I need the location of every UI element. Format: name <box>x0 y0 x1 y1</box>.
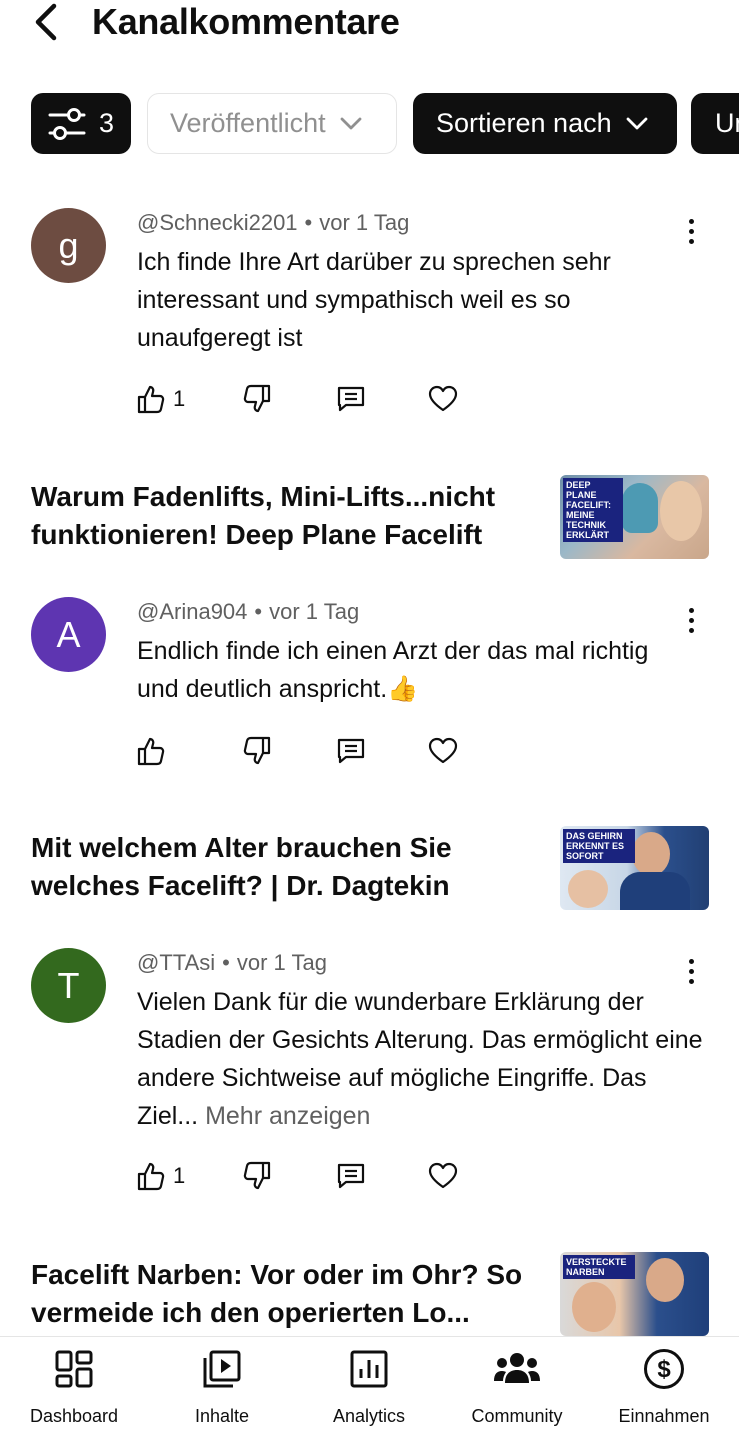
thumbnail-face <box>646 1258 684 1302</box>
like-button[interactable] <box>137 731 173 771</box>
comment-text: Vielen Dank für die wunderbare Erklärung… <box>137 983 707 1135</box>
nav-earnings-label: Einnahmen <box>618 1406 710 1426</box>
thumbnail-ear <box>572 1282 616 1332</box>
thumbnail-face <box>660 481 702 541</box>
nav-dashboard-label: Dashboard <box>29 1406 119 1426</box>
bottom-nav: Dashboard Inhalte Analytics Community $ … <box>0 1336 739 1440</box>
like-count: 1 <box>173 1163 186 1188</box>
sort-chip-label: Sortieren nach <box>436 108 612 138</box>
thumbs-down-icon <box>243 736 271 765</box>
heart-icon <box>428 385 458 412</box>
thumbnail-label: VERSTECKTE NARBEN <box>563 1255 635 1279</box>
thumbs-down-icon <box>243 384 271 413</box>
thumbs-down-icon <box>243 1161 271 1190</box>
page-title: Kanalkommentare <box>92 1 400 42</box>
chevron-down-icon <box>340 117 362 131</box>
heart-icon <box>428 1162 458 1189</box>
comment-icon <box>337 386 365 412</box>
comment-author[interactable]: @TTAsi <box>137 950 215 975</box>
comment-icon <box>337 1163 365 1189</box>
back-button[interactable] <box>28 2 64 42</box>
published-chip[interactable]: Veröffentlicht <box>147 93 397 154</box>
comment-meta: @Arina904 • vor 1 Tag <box>137 599 360 624</box>
video-title[interactable]: Mit welchem Alter brauchen Sie welches F… <box>31 829 551 905</box>
header: Kanalkommentare <box>0 0 739 60</box>
avatar[interactable]: A <box>31 597 106 672</box>
dislike-button[interactable] <box>243 1156 271 1196</box>
thumbnail-face <box>632 832 670 876</box>
thumbnail-figure <box>620 872 690 910</box>
avatar[interactable]: T <box>31 948 106 1023</box>
comment-time: vor 1 Tag <box>269 599 360 624</box>
thumbs-up-icon <box>137 385 165 414</box>
like-count: 1 <box>173 386 186 411</box>
dollar-circle-icon: $ <box>643 1348 685 1390</box>
comment-meta: @Schnecki2201 • vor 1 Tag <box>137 210 410 235</box>
comment-icon <box>337 738 365 764</box>
nav-community[interactable]: Community <box>443 1337 591 1440</box>
video-title[interactable]: Warum Fadenlifts, Mini-Lifts...nicht fun… <box>31 478 551 554</box>
video-library-icon <box>202 1348 242 1390</box>
video-thumbnail[interactable]: VERSTECKTE NARBEN <box>560 1252 709 1336</box>
comment-time: vor 1 Tag <box>236 950 327 975</box>
nav-earnings[interactable]: $ Einnahmen <box>590 1337 738 1440</box>
chevron-left-icon <box>35 3 57 41</box>
sort-chip[interactable]: Sortieren nach <box>413 93 677 154</box>
dislike-button[interactable] <box>243 379 271 419</box>
comment-text: Ich finde Ihre Art darüber zu sprechen s… <box>137 248 611 352</box>
thumbs-up-icon <box>137 737 165 766</box>
avatar-letter: A <box>56 613 81 655</box>
comment-time: vor 1 Tag <box>319 210 410 235</box>
comment-author[interactable]: @Schnecki2201 <box>137 210 298 235</box>
video-thumbnail[interactable]: DEEP PLANE FACELIFT: MEINE TECHNIK ERKLÄ… <box>560 475 709 559</box>
analytics-icon <box>349 1348 389 1390</box>
thumbnail-figure <box>622 483 658 533</box>
nav-content[interactable]: Inhalte <box>148 1337 296 1440</box>
comment-author[interactable]: @Arina904 <box>137 599 247 624</box>
dislike-button[interactable] <box>243 731 271 771</box>
comment-actions <box>137 731 477 771</box>
comment-actions: 1 <box>137 1156 477 1196</box>
nav-dashboard[interactable]: Dashboard <box>0 1337 148 1440</box>
avatar-letter: T <box>57 964 80 1006</box>
filter-chip[interactable]: 3 <box>31 93 131 154</box>
heart-button[interactable] <box>428 731 458 771</box>
chevron-down-icon <box>626 117 648 131</box>
heart-button[interactable] <box>428 379 458 419</box>
community-icon <box>493 1348 541 1390</box>
nav-community-label: Community <box>471 1406 563 1426</box>
nav-analytics-label: Analytics <box>332 1406 406 1426</box>
avatar-letter: g <box>58 224 79 266</box>
nav-content-label: Inhalte <box>194 1406 250 1426</box>
more-filter-chip-label: Un <box>715 108 739 138</box>
video-title[interactable]: Facelift Narben: Vor oder im Ohr? So ver… <box>31 1256 551 1332</box>
filter-count: 3 <box>99 108 115 138</box>
reply-button[interactable] <box>336 1156 366 1196</box>
show-more-link[interactable]: Mehr anzeigen <box>205 1102 370 1130</box>
like-button[interactable]: 1 <box>137 1156 185 1196</box>
nav-analytics[interactable]: Analytics <box>295 1337 443 1440</box>
like-button[interactable]: 1 <box>137 379 185 419</box>
heart-icon <box>428 737 458 764</box>
svg-text:$: $ <box>657 1356 671 1383</box>
filter-chips: 3 Veröffentlicht Sortieren nach Un <box>31 93 739 154</box>
heart-button[interactable] <box>428 1156 458 1196</box>
filter-sliders-icon <box>48 107 86 140</box>
thumbnail-face <box>568 870 608 908</box>
published-chip-label: Veröffentlicht <box>170 108 326 138</box>
dashboard-icon <box>54 1348 94 1390</box>
thumbnail-label: DAS GEHIRN ERKENNT ES SOFORT <box>563 829 635 863</box>
comment-actions: 1 <box>137 379 477 419</box>
comment-text: Endlich finde ich einen Arzt der das mal… <box>137 637 649 703</box>
more-filter-chip[interactable]: Un <box>691 93 739 154</box>
thumbnail-label: DEEP PLANE FACELIFT: MEINE TECHNIK ERKLÄ… <box>563 478 623 542</box>
avatar[interactable]: g <box>31 208 106 283</box>
comment-meta: @TTAsi • vor 1 Tag <box>137 950 327 975</box>
thumbs-up-icon <box>137 1162 165 1191</box>
video-thumbnail[interactable]: DAS GEHIRN ERKENNT ES SOFORT <box>560 826 709 910</box>
reply-button[interactable] <box>336 379 366 419</box>
reply-button[interactable] <box>336 731 366 771</box>
